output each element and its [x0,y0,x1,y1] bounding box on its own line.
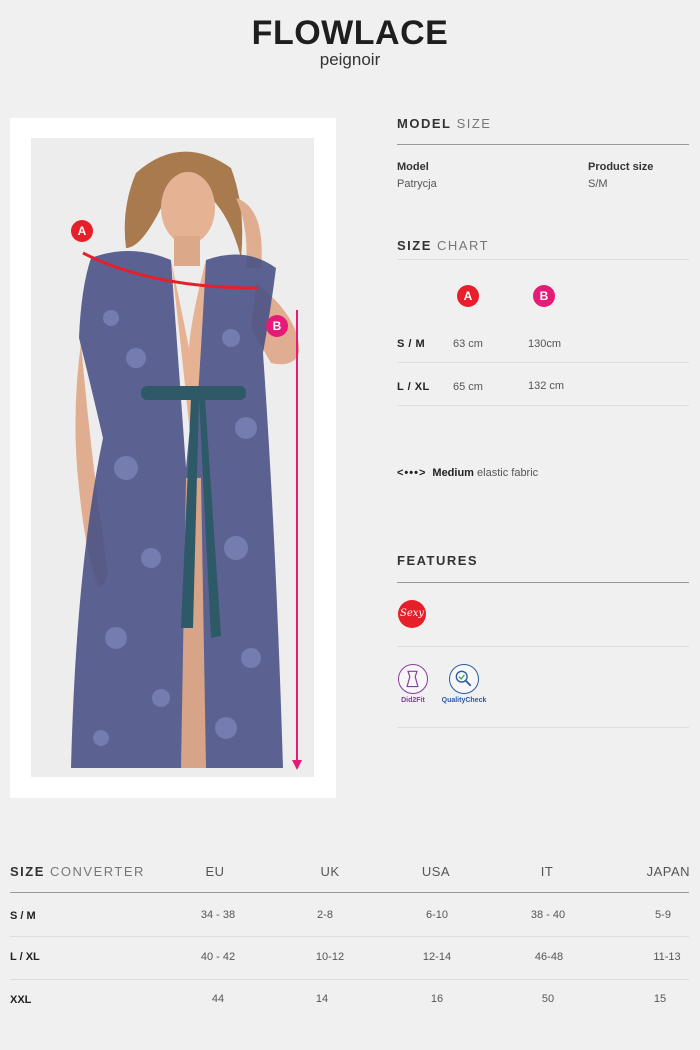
converter-cell: 14 [315,993,329,1005]
chart-row-size: L / XL [397,381,430,393]
features-heading-label: FEATURES [397,553,479,568]
converter-row-size: S / M [10,910,36,922]
features-bottom-divider [397,727,689,728]
measurement-a-marker: A [71,220,93,242]
converter-row-size: L / XL [10,951,40,963]
converter-cell: 10-12 [315,951,345,963]
converter-col-header: IT [540,864,554,879]
model-value: Patrycja [397,178,437,190]
converter-col-header: UK [320,864,340,879]
elasticity-icon: <•••> [397,467,427,479]
quality-check-label: QualityCheck [441,697,487,704]
converter-cell: 11-13 [653,951,681,963]
converter-cell: 6-10 [425,909,449,921]
size-chart-divider [397,259,689,260]
converter-cell: 46-48 [534,951,564,963]
size-chart-heading-bold: SIZE [397,238,432,253]
elasticity-text: elastic fabric [477,467,539,479]
converter-row-divider [10,936,689,937]
model-size-divider [397,144,689,145]
features-heading: FEATURES [397,553,478,568]
converter-divider [10,892,689,893]
size-chart-heading: SIZE CHART [397,238,489,253]
converter-cell: 2-8 [317,909,333,921]
converter-heading-light: CONVERTER [50,864,145,879]
converter-row-size: XXL [10,994,32,1006]
fabric-elasticity: <•••> Medium elastic fabric [397,467,538,479]
chart-row-a: 65 cm [453,381,483,393]
chart-row-b: 132 cm [528,380,565,392]
chart-row-a: 63 cm [453,338,483,350]
converter-cell: 50 [541,993,555,1005]
chart-row-divider [397,362,689,363]
model-label: Model [397,161,429,173]
converter-cell: 12-14 [422,951,452,963]
product-size-value: S/M [588,178,608,190]
converter-cell: 38 - 40 [530,909,566,921]
product-title: FLOWLACE [251,14,449,52]
did2fit-icon [398,664,428,694]
chart-row-divider [397,405,689,406]
converter-heading-bold: SIZE [10,864,45,879]
product-size-label: Product size [588,161,654,173]
quality-check-icon [449,664,479,694]
model-size-heading-light: SIZE [456,116,492,131]
chart-col-b-badge: B [533,285,555,307]
features-divider [397,582,689,583]
converter-col-header: EU [205,864,225,879]
converter-col-header: JAPAN [646,864,690,879]
elasticity-strength: Medium [432,467,474,479]
chart-row-size: S / M [397,338,426,350]
product-subtitle: peignoir [319,50,381,69]
sexy-badge-icon: Sexy [398,600,426,628]
converter-cell: 5-9 [655,909,671,921]
converter-col-header: USA [421,864,451,879]
measurement-b-marker: B [266,315,288,337]
converter-row-divider [10,979,689,980]
converter-cell: 15 [653,993,667,1005]
converter-cell: 40 - 42 [200,951,236,963]
size-converter-heading: SIZE CONVERTER [10,864,145,879]
chart-col-a-badge: A [457,285,479,307]
converter-cell: 44 [211,993,225,1005]
chart-row-b: 130cm [528,338,562,350]
size-chart-heading-light: CHART [437,238,490,253]
model-size-heading-bold: MODEL [397,116,452,131]
features-divider-light [397,646,689,647]
model-size-heading: MODEL SIZE [397,116,491,131]
converter-cell: 34 - 38 [200,909,236,921]
converter-cell: 16 [430,993,444,1005]
product-photo-frame: A B [10,118,336,798]
